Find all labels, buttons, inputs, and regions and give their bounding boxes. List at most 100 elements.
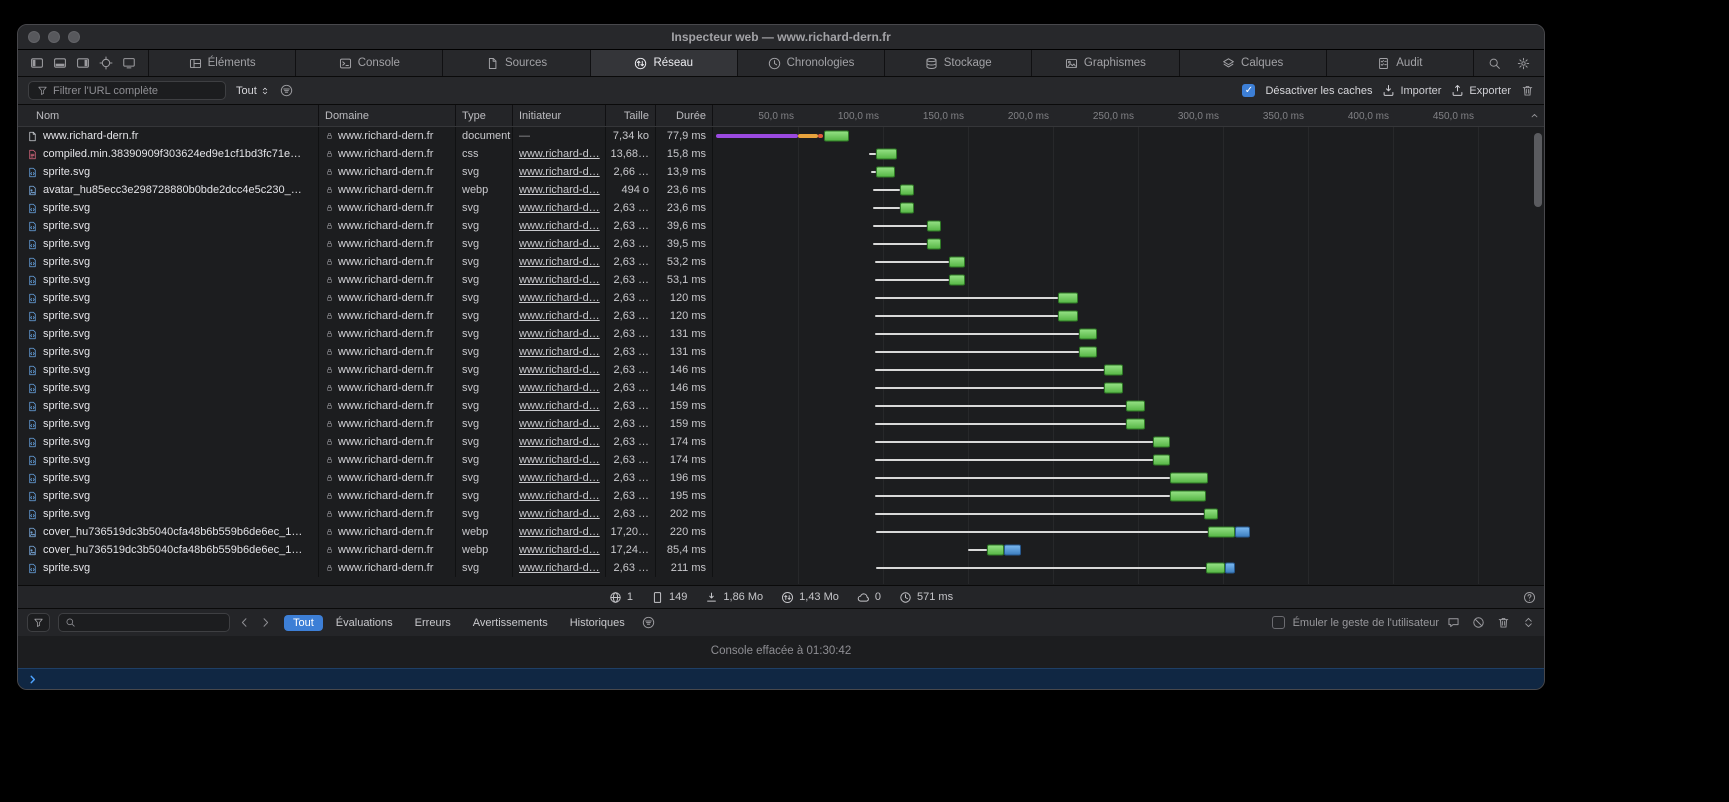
initiator-link[interactable]: www.richard-d…: [519, 238, 600, 250]
console-forward-icon[interactable]: [259, 616, 272, 629]
column-header-name[interactable]: Nom: [18, 105, 319, 126]
table-row[interactable]: sprite.svgwww.richard-dern.frsvgwww.rich…: [18, 217, 1544, 235]
table-row[interactable]: cover_hu736519dc3b5040cfa48b6b559b6de6ec…: [18, 523, 1544, 541]
tab-elements[interactable]: Éléments: [148, 50, 295, 76]
tab-sources[interactable]: Sources: [442, 50, 589, 76]
search-icon[interactable]: [1488, 57, 1501, 70]
table-row[interactable]: sprite.svgwww.richard-dern.frsvgwww.rich…: [18, 361, 1544, 379]
table-row[interactable]: sprite.svgwww.richard-dern.frsvgwww.rich…: [18, 397, 1544, 415]
dock-left-icon[interactable]: [30, 56, 44, 70]
emulate-user-gesture-checkbox[interactable]: [1272, 616, 1285, 629]
column-header-domain[interactable]: Domaine: [319, 105, 456, 126]
initiator-link[interactable]: www.richard-d…: [519, 166, 600, 178]
tab-audit[interactable]: Audit: [1326, 50, 1473, 76]
initiator-link[interactable]: www.richard-d…: [519, 202, 600, 214]
initiator-link[interactable]: www.richard-d…: [519, 148, 600, 160]
table-row[interactable]: sprite.svgwww.richard-dern.frsvgwww.rich…: [18, 307, 1544, 325]
table-row[interactable]: sprite.svgwww.richard-dern.frsvgwww.rich…: [18, 505, 1544, 523]
tab-console[interactable]: Console: [295, 50, 442, 76]
table-row[interactable]: sprite.svgwww.richard-dern.frsvgwww.rich…: [18, 325, 1544, 343]
gear-icon[interactable]: [1517, 57, 1530, 70]
initiator-link[interactable]: www.richard-d…: [519, 418, 600, 430]
initiator-link[interactable]: www.richard-d…: [519, 454, 600, 466]
console-filter-circle-icon[interactable]: [642, 616, 655, 629]
initiator-link[interactable]: www.richard-d…: [519, 328, 600, 340]
table-row[interactable]: sprite.svgwww.richard-dern.frsvgwww.rich…: [18, 235, 1544, 253]
dock-right-icon[interactable]: [76, 56, 90, 70]
console-tab-4[interactable]: Historiques: [561, 615, 634, 631]
device-icon[interactable]: [122, 56, 136, 70]
url-filter-input[interactable]: Filtrer l'URL complète: [28, 81, 226, 100]
scrollbar-thumb[interactable]: [1534, 133, 1542, 207]
initiator-link[interactable]: www.richard-d…: [519, 400, 600, 412]
table-scrollbar[interactable]: [1534, 131, 1542, 579]
clear-console-icon[interactable]: [1472, 616, 1485, 629]
initiator-link[interactable]: www.richard-d…: [519, 436, 600, 448]
table-row[interactable]: sprite.svgwww.richard-dern.frsvgwww.rich…: [18, 433, 1544, 451]
initiator-link[interactable]: www.richard-d…: [519, 472, 600, 484]
initiator-link[interactable]: www.richard-d…: [519, 382, 600, 394]
initiator-link[interactable]: www.richard-d…: [519, 274, 600, 286]
table-row[interactable]: sprite.svgwww.richard-dern.frsvgwww.rich…: [18, 199, 1544, 217]
table-row[interactable]: sprite.svgwww.richard-dern.frsvgwww.rich…: [18, 163, 1544, 181]
help-icon[interactable]: [1523, 591, 1536, 604]
cell-name: cover_hu736519dc3b5040cfa48b6b559b6de6ec…: [18, 541, 319, 559]
expand-console-icon[interactable]: [1522, 616, 1535, 629]
console-prompt[interactable]: [18, 668, 1544, 689]
table-row[interactable]: sprite.svgwww.richard-dern.frsvgwww.rich…: [18, 343, 1544, 361]
column-header-type[interactable]: Type: [456, 105, 513, 126]
console-back-icon[interactable]: [238, 616, 251, 629]
table-row[interactable]: cover_hu736519dc3b5040cfa48b6b559b6de6ec…: [18, 541, 1544, 559]
table-row[interactable]: avatar_hu85ecc3e298728880b0bde2dcc4e5c23…: [18, 181, 1544, 199]
disable-caches-checkbox[interactable]: ✓: [1242, 84, 1255, 97]
filter-options-icon[interactable]: [280, 84, 293, 97]
tab-storage[interactable]: Stockage: [884, 50, 1031, 76]
table-row[interactable]: sprite.svgwww.richard-dern.frsvgwww.rich…: [18, 487, 1544, 505]
collapse-waterfall-icon[interactable]: [1529, 110, 1540, 121]
console-trash-icon[interactable]: [1497, 616, 1510, 629]
console-tab-3[interactable]: Avertissements: [464, 615, 557, 631]
console-messages-icon[interactable]: [1447, 616, 1460, 629]
column-header-initiator[interactable]: Initiateur: [513, 105, 606, 126]
element-picker-icon[interactable]: [99, 56, 113, 70]
tab-layers[interactable]: Calques: [1179, 50, 1326, 76]
table-row[interactable]: sprite.svgwww.richard-dern.frsvgwww.rich…: [18, 559, 1544, 577]
initiator-link[interactable]: www.richard-d…: [519, 490, 600, 502]
tab-network[interactable]: Réseau: [590, 50, 737, 76]
table-row[interactable]: sprite.svgwww.richard-dern.frsvgwww.rich…: [18, 271, 1544, 289]
clear-network-trash-icon[interactable]: [1521, 84, 1534, 97]
table-row[interactable]: www.richard-dern.frwww.richard-dern.frdo…: [18, 127, 1544, 145]
table-row[interactable]: sprite.svgwww.richard-dern.frsvgwww.rich…: [18, 415, 1544, 433]
table-row[interactable]: sprite.svgwww.richard-dern.frsvgwww.rich…: [18, 469, 1544, 487]
initiator-link[interactable]: www.richard-d…: [519, 364, 600, 376]
table-row[interactable]: sprite.svgwww.richard-dern.frsvgwww.rich…: [18, 289, 1544, 307]
table-row[interactable]: sprite.svgwww.richard-dern.frsvgwww.rich…: [18, 451, 1544, 469]
console-search-input[interactable]: [58, 613, 230, 632]
timeline-tick: 200,0 ms: [979, 105, 1049, 127]
initiator-link[interactable]: www.richard-d…: [519, 346, 600, 358]
dock-bottom-icon[interactable]: [53, 56, 67, 70]
initiator-link[interactable]: www.richard-d…: [519, 526, 600, 538]
resource-type-dropdown[interactable]: Tout: [236, 85, 270, 97]
console-tab-2[interactable]: Erreurs: [406, 615, 460, 631]
initiator-link[interactable]: www.richard-d…: [519, 562, 600, 574]
console-tab-0[interactable]: Tout: [284, 615, 323, 631]
initiator-link[interactable]: www.richard-d…: [519, 508, 600, 520]
initiator-link[interactable]: www.richard-d…: [519, 310, 600, 322]
tab-graphics[interactable]: Graphismes: [1031, 50, 1178, 76]
initiator-link[interactable]: www.richard-d…: [519, 292, 600, 304]
initiator-link[interactable]: www.richard-d…: [519, 184, 600, 196]
initiator-link[interactable]: www.richard-d…: [519, 256, 600, 268]
import-button[interactable]: Importer: [1382, 84, 1441, 97]
tab-timelines[interactable]: Chronologies: [737, 50, 884, 76]
table-row[interactable]: compiled.min.38390909f303624ed9e1cf1bd3f…: [18, 145, 1544, 163]
column-header-size[interactable]: Taille: [606, 105, 656, 126]
console-tab-1[interactable]: Évaluations: [327, 615, 402, 631]
export-button[interactable]: Exporter: [1451, 84, 1511, 97]
console-filter-button[interactable]: [27, 613, 50, 632]
table-row[interactable]: sprite.svgwww.richard-dern.frsvgwww.rich…: [18, 253, 1544, 271]
column-header-duration[interactable]: Durée: [656, 105, 713, 126]
initiator-link[interactable]: www.richard-d…: [519, 544, 600, 556]
table-row[interactable]: sprite.svgwww.richard-dern.frsvgwww.rich…: [18, 379, 1544, 397]
initiator-link[interactable]: www.richard-d…: [519, 220, 600, 232]
